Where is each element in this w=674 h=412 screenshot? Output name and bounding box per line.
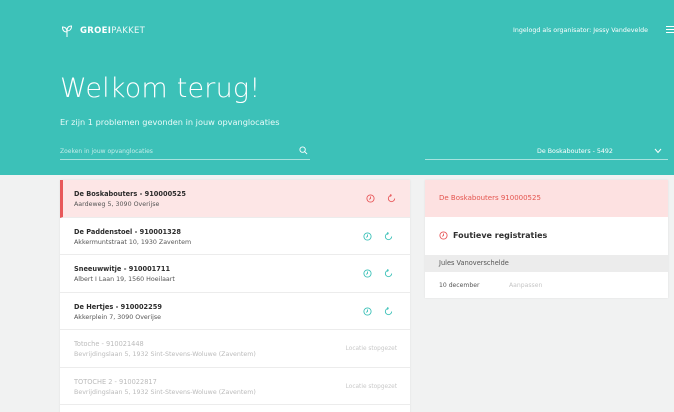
location-name: TOTOCHE 2 - 910022817: [74, 377, 157, 386]
location-select[interactable]: De Boskabouters - 5492: [425, 144, 668, 160]
clock-icon: [439, 231, 448, 240]
location-name: De Paddenstoel - 910001328: [74, 227, 181, 236]
location-status: Locatie stopgezet: [345, 346, 397, 352]
detail-title: De Boskabouters 910000525: [439, 194, 541, 202]
location-list: De Boskabouters - 910000525 Aardeweg 5, …: [60, 180, 410, 412]
clock-icon[interactable]: [363, 306, 372, 316]
page-title: Welkom terug!: [60, 73, 261, 104]
person-row: Jules Vanoverschelde: [425, 255, 668, 272]
list-item[interactable]: De Boskabouters - 910000525 Aardeweg 5, …: [60, 180, 410, 218]
sync-icon[interactable]: [384, 306, 393, 316]
edit-link[interactable]: Aanpassen: [509, 282, 542, 289]
list-item[interactable]: TOTOCHE 2 - 910022817 Bevrijdingslaan 5,…: [60, 368, 410, 405]
location-select-value: De Boskabouters - 5492: [537, 148, 613, 155]
logo[interactable]: GROEIPAKKET: [60, 24, 145, 38]
search-icon[interactable]: [299, 146, 308, 155]
location-address: Akkerplein 7, 3090 Overijse: [74, 313, 162, 321]
list-item[interactable]: De Paddenstoel - 910001328 Akkermuntstra…: [60, 218, 410, 255]
error-title: Foutieve registraties: [453, 231, 548, 240]
sync-icon[interactable]: [387, 194, 396, 203]
location-name: De Boskabouters - 910000525: [74, 190, 186, 198]
list-item[interactable]: De Hertjes - 910002259 Akkerplein 7, 309…: [60, 293, 410, 330]
hamburger-menu-icon[interactable]: [666, 26, 674, 34]
header-banner: GROEIPAKKET Ingelogd als organisator: Je…: [0, 0, 674, 175]
clock-icon[interactable]: [363, 269, 372, 278]
sync-icon[interactable]: [384, 231, 393, 241]
logo-text: GROEIPAKKET: [80, 26, 146, 36]
list-item[interactable]: Totoche - 910021448 Bevrijdingslaan 5, 1…: [60, 330, 410, 368]
error-heading: Foutieve registraties: [439, 231, 547, 240]
chevron-down-icon: [654, 148, 662, 154]
registration-date: 10 december: [439, 282, 480, 289]
sprout-icon: [61, 25, 73, 37]
location-address: Albert I Laan 19, 1560 Hoeilaart: [74, 276, 175, 283]
location-name: Totoche - 910021448: [74, 340, 144, 348]
person-name: Jules Vanoverschelde: [439, 259, 509, 267]
location-status: Locatie stopgezet: [345, 383, 397, 390]
search-placeholder: Zoeken in jouw opvanglocaties: [60, 148, 153, 155]
location-address: Bevrijdingslaan 5, 1932 Sint-Stevens-Wol…: [74, 351, 256, 358]
location-name: De Hertjes - 910002259: [74, 302, 162, 311]
sync-icon[interactable]: [384, 269, 393, 278]
location-detail-panel: De Boskabouters 910000525 Foutieve regis…: [425, 180, 668, 298]
location-name: Sneeuwwitje - 910001711: [74, 265, 171, 273]
clock-icon[interactable]: [363, 231, 372, 241]
detail-header: De Boskabouters 910000525: [425, 180, 668, 217]
location-address: Aardeweg 5, 3090 Overijse: [74, 201, 160, 208]
location-address: Bevrijdingslaan 5, 1932 Sint-Stevens-Wol…: [74, 388, 256, 396]
problems-summary: Er zijn 1 problemen gevonden in jouw opv…: [60, 117, 280, 127]
location-address: Akkermuntstraat 10, 1930 Zaventem: [74, 238, 192, 246]
clock-icon[interactable]: [366, 194, 375, 203]
logged-in-user: Ingelogd als organisator: Jessy Vandevel…: [513, 27, 648, 34]
list-item[interactable]: Sneeuwwitje - 910001711 Albert I Laan 19…: [60, 255, 410, 293]
search-input[interactable]: Zoeken in jouw opvanglocaties: [60, 144, 310, 160]
